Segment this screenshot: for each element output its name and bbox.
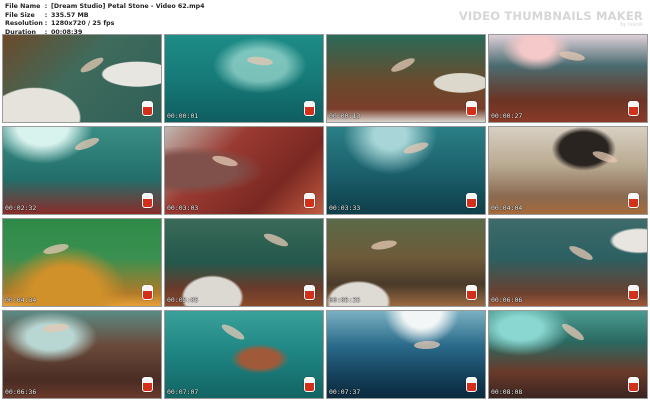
thumbnail-timestamp: 00:03:33 (329, 204, 361, 212)
thumbnail[interactable]: 00:06:36 (2, 310, 162, 399)
resolution-value: 1280x720 / 25 fps (51, 20, 115, 27)
studio-logo-icon (142, 101, 153, 116)
file-size-row: File Size : 335.57 MB (5, 11, 89, 19)
thumbnail-timestamp: 00:04:34 (5, 296, 37, 304)
swimmer-figure (78, 55, 106, 76)
thumbnail-grid: 00:00:01 00:00:13 00:00:27 00:02:32 00:0… (2, 34, 648, 399)
file-size-value: 335.57 MB (51, 11, 89, 19)
file-name-value: [Dream Studio] Petal Stone - Video 62.mp… (51, 3, 205, 10)
studio-logo-icon (628, 377, 639, 392)
studio-logo-icon (304, 101, 315, 116)
thumbnail[interactable]: 00:00:13 (326, 34, 486, 123)
thumbnail-timestamp: 00:00:13 (329, 112, 361, 120)
studio-logo-icon (628, 193, 639, 208)
swimmer-figure (402, 140, 430, 157)
thumbnail-timestamp: 00:07:37 (329, 388, 361, 396)
file-name-row: File Name : [Dream Studio] Petal Stone -… (5, 3, 205, 10)
swimmer-figure (246, 55, 274, 67)
thumbnail[interactable]: 00:06:06 (488, 218, 648, 307)
swimmer-figure (220, 322, 247, 343)
studio-logo-icon (304, 193, 315, 208)
swimmer-figure (560, 321, 587, 344)
brand-title: VIDEO THUMBNAILS MAKER (458, 9, 643, 23)
thumbnail[interactable]: 00:04:34 (2, 218, 162, 307)
studio-logo-icon (628, 101, 639, 116)
studio-logo-icon (628, 285, 639, 300)
swimmer-figure (41, 242, 70, 257)
resolution-row: Resolution : 1280x720 / 25 fps (5, 20, 115, 27)
thumbnail-timestamp: 00:00:01 (167, 112, 199, 120)
thumbnail-timestamp: 00:08:08 (491, 388, 523, 396)
resolution-label: Resolution (5, 20, 43, 27)
thumbnail[interactable]: 00:02:32 (2, 126, 162, 215)
studio-logo-icon (466, 285, 477, 300)
swimmer-figure (413, 340, 441, 350)
swimmer-figure (557, 49, 586, 63)
thumbnail[interactable]: 00:08:08 (488, 310, 648, 399)
thumbnail-timestamp: 00:04:04 (491, 204, 523, 212)
file-info-panel: File Name : [Dream Studio] Petal Stone -… (5, 3, 205, 37)
studio-logo-icon (142, 193, 153, 208)
thumbnail[interactable]: 00:07:37 (326, 310, 486, 399)
thumbnail[interactable]: 00:04:04 (488, 126, 648, 215)
thumbnail-timestamp: 00:06:06 (491, 296, 523, 304)
thumbnail-timestamp: 00:06:36 (5, 388, 37, 396)
file-size-label: File Size (5, 11, 35, 19)
thumbnail[interactable]: 00:00:27 (488, 34, 648, 123)
studio-logo-icon (304, 377, 315, 392)
thumbnail-timestamp: 00:05:05 (167, 296, 199, 304)
thumbnail-timestamp: 00:07:07 (167, 388, 199, 396)
swimmer-figure (73, 135, 101, 153)
studio-logo-icon (142, 285, 153, 300)
thumbnail[interactable] (2, 34, 162, 123)
swimmer-figure (211, 154, 239, 169)
thumbnail[interactable]: 00:00:01 (164, 34, 324, 123)
thumbnail-timestamp: 00:05:35 (329, 296, 361, 304)
studio-logo-icon (142, 377, 153, 392)
swimmer-figure (42, 322, 69, 334)
studio-logo-icon (304, 285, 315, 300)
file-name-label: File Name (5, 3, 41, 10)
swimmer-figure (591, 149, 619, 166)
studio-logo-icon (466, 193, 477, 208)
thumbnail-timestamp: 00:03:03 (167, 204, 199, 212)
brand-watermark: VIDEO THUMBNAILS MAKER by Ivanik (459, 9, 643, 28)
thumbnail[interactable]: 00:05:05 (164, 218, 324, 307)
swimmer-figure (262, 231, 290, 250)
thumbnail-timestamp: 00:00:27 (491, 112, 523, 120)
studio-logo-icon (466, 101, 477, 116)
thumbnail[interactable]: 00:03:03 (164, 126, 324, 215)
thumbnail[interactable]: 00:05:35 (326, 218, 486, 307)
swimmer-figure (389, 55, 417, 75)
swimmer-figure (567, 243, 595, 263)
thumbnail[interactable]: 00:03:33 (326, 126, 486, 215)
swimmer-figure (370, 238, 398, 251)
studio-logo-icon (466, 377, 477, 392)
thumbnail[interactable]: 00:07:07 (164, 310, 324, 399)
thumbnail-timestamp: 00:02:32 (5, 204, 37, 212)
